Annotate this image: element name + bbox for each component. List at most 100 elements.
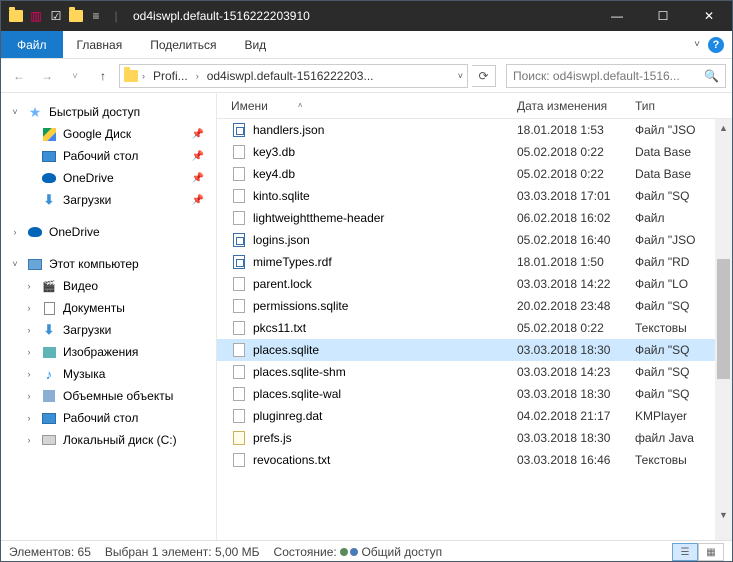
file-row[interactable]: places.sqlite-wal03.03.2018 18:30Файл "S…	[217, 383, 732, 405]
file-tab[interactable]: Файл	[1, 31, 63, 58]
qat-props-icon[interactable]: ▥	[27, 7, 45, 25]
file-row[interactable]: revocations.txt03.03.2018 16:46Текстовы	[217, 449, 732, 471]
minimize-button[interactable]: —	[594, 1, 640, 31]
desk-icon	[41, 148, 57, 164]
search-input[interactable]: Поиск: od4iswpl.default-1516... 🔍	[506, 64, 726, 88]
nav-item[interactable]: ›⬇Загрузки	[1, 319, 216, 341]
icons-view-button[interactable]: ▦	[698, 543, 724, 561]
file-row[interactable]: key4.db05.02.2018 0:22Data Base	[217, 163, 732, 185]
nav-item[interactable]: ›Объемные объекты	[1, 385, 216, 407]
nav-item[interactable]: ›♪Музыка	[1, 363, 216, 385]
chevron-right-icon[interactable]: ›	[23, 281, 35, 291]
vid-icon: 🎬	[41, 278, 57, 294]
refresh-button[interactable]: ⟳	[472, 65, 496, 87]
tab-view[interactable]: Вид	[230, 31, 280, 58]
nav-item[interactable]: ›Документы	[1, 297, 216, 319]
file-list[interactable]: handlers.json18.01.2018 1:53Файл "JSOkey…	[217, 119, 732, 540]
nav-item[interactable]: Google Диск📌	[1, 123, 216, 145]
pin-icon[interactable]: 📌	[192, 129, 204, 140]
chevron-right-icon[interactable]: ›	[23, 347, 35, 357]
details-view-button[interactable]: ☰	[672, 543, 698, 561]
tab-home[interactable]: Главная	[63, 31, 137, 58]
file-row[interactable]: lightweighttheme-header06.02.2018 16:02Ф…	[217, 207, 732, 229]
nav-item[interactable]: ›Рабочий стол	[1, 407, 216, 429]
file-row[interactable]: key3.db05.02.2018 0:22Data Base	[217, 141, 732, 163]
pin-icon[interactable]: 📌	[192, 173, 204, 184]
nav-item[interactable]: OneDrive📌	[1, 167, 216, 189]
nav-item[interactable]: ›Изображения	[1, 341, 216, 363]
nav-item[interactable]: ›🎬Видео	[1, 275, 216, 297]
chevron-right-icon[interactable]: ›	[23, 413, 35, 423]
file-row[interactable]: mimeTypes.rdf18.01.2018 1:50Файл "RD	[217, 251, 732, 273]
up-button[interactable]: ↑	[91, 64, 115, 88]
qat-dropdown-icon[interactable]: ≡	[87, 7, 105, 25]
chevron-right-icon[interactable]: ›	[23, 369, 35, 379]
nav-item[interactable]: Рабочий стол📌	[1, 145, 216, 167]
file-icon	[231, 254, 247, 270]
col-date[interactable]: Дата изменения	[517, 99, 635, 113]
file-date: 03.03.2018 16:46	[517, 453, 635, 467]
chevron-right-icon[interactable]: ›	[23, 325, 35, 335]
chevron-right-icon[interactable]: ›	[23, 435, 35, 445]
selection-info: Выбран 1 элемент: 5,00 МБ	[105, 545, 260, 559]
file-name: places.sqlite	[253, 343, 517, 357]
file-row[interactable]: kinto.sqlite03.03.2018 17:01Файл "SQ	[217, 185, 732, 207]
qat-open-icon[interactable]	[67, 7, 85, 25]
address-bar[interactable]: › Profi... › od4iswpl.default-1516222203…	[119, 64, 468, 88]
maximize-button[interactable]: ☐	[640, 1, 686, 31]
file-row[interactable]: handlers.json18.01.2018 1:53Файл "JSO	[217, 119, 732, 141]
back-button[interactable]: ←	[7, 64, 31, 88]
file-icon	[231, 298, 247, 314]
nav-onedrive[interactable]: › OneDrive	[1, 221, 216, 243]
file-row[interactable]: pluginreg.dat04.02.2018 21:17KMPlayer	[217, 405, 732, 427]
breadcrumb[interactable]: Profi...	[149, 69, 192, 83]
tab-share[interactable]: Поделиться	[136, 31, 230, 58]
ribbon-expand-icon[interactable]: ˅	[694, 39, 700, 50]
search-icon: 🔍	[704, 69, 719, 83]
chevron-right-icon[interactable]: ›	[196, 71, 199, 81]
file-row[interactable]: parent.lock03.03.2018 14:22Файл "LO	[217, 273, 732, 295]
file-name: places.sqlite-shm	[253, 365, 517, 379]
scroll-thumb[interactable]	[717, 259, 730, 379]
close-button[interactable]: ✕	[686, 1, 732, 31]
file-name: kinto.sqlite	[253, 189, 517, 203]
breadcrumb[interactable]: od4iswpl.default-1516222203...	[203, 69, 378, 83]
file-type: Файл "SQ	[635, 343, 725, 357]
addr-dropdown-icon[interactable]: ˅	[458, 71, 463, 81]
doc-icon	[41, 300, 57, 316]
chevron-down-icon[interactable]: ˅	[9, 259, 21, 269]
nav-quick-access[interactable]: ˅ ★ Быстрый доступ	[1, 101, 216, 123]
file-row[interactable]: places.sqlite03.03.2018 18:30Файл "SQ	[217, 339, 732, 361]
file-icon	[231, 144, 247, 160]
file-row[interactable]: prefs.js03.03.2018 18:30файл Java	[217, 427, 732, 449]
file-row[interactable]: logins.json05.02.2018 16:40Файл "JSO	[217, 229, 732, 251]
chevron-right-icon[interactable]: ›	[23, 391, 35, 401]
file-name: logins.json	[253, 233, 517, 247]
col-type[interactable]: Тип	[635, 99, 715, 113]
star-icon: ★	[27, 104, 43, 120]
nav-item[interactable]: ⬇Загрузки📌	[1, 189, 216, 211]
pin-icon[interactable]: 📌	[192, 151, 204, 162]
qat-check-icon[interactable]: ☑	[47, 7, 65, 25]
scroll-down-icon[interactable]: ▼	[715, 506, 732, 523]
status-state: Состояние: Общий доступ	[274, 545, 443, 559]
pin-icon[interactable]: 📌	[192, 195, 204, 206]
file-row[interactable]: pkcs11.txt05.02.2018 0:22Текстовы	[217, 317, 732, 339]
nav-item[interactable]: ›Локальный диск (C:)	[1, 429, 216, 451]
scrollbar-vertical[interactable]: ▲ ▼	[715, 119, 732, 540]
file-name: prefs.js	[253, 431, 517, 445]
recent-dropdown[interactable]: ˅	[63, 64, 87, 88]
scroll-up-icon[interactable]: ▲	[715, 119, 732, 136]
file-row[interactable]: permissions.sqlite20.02.2018 23:48Файл "…	[217, 295, 732, 317]
chevron-down-icon[interactable]: ˅	[9, 107, 21, 117]
nav-this-pc[interactable]: ˅ Этот компьютер	[1, 253, 216, 275]
file-date: 03.03.2018 14:23	[517, 365, 635, 379]
chevron-right-icon[interactable]: ›	[9, 227, 21, 237]
col-name[interactable]: Имени˄	[231, 99, 517, 113]
help-icon[interactable]: ?	[708, 37, 724, 53]
file-icon	[231, 386, 247, 402]
file-row[interactable]: places.sqlite-shm03.03.2018 14:23Файл "S…	[217, 361, 732, 383]
file-date: 05.02.2018 0:22	[517, 145, 635, 159]
chevron-right-icon[interactable]: ›	[142, 71, 145, 81]
chevron-right-icon[interactable]: ›	[23, 303, 35, 313]
